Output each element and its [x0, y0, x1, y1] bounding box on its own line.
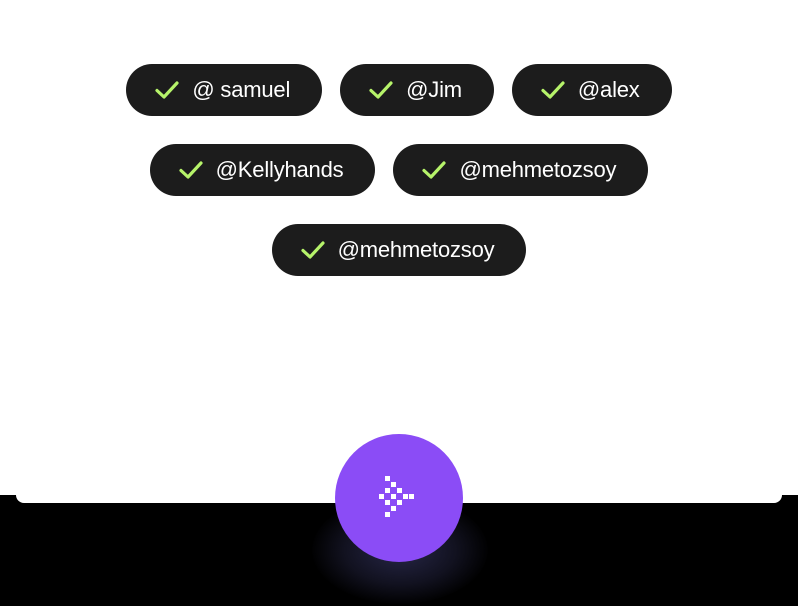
- tag-row: @mehmetozsoy: [0, 224, 798, 276]
- check-icon: [540, 77, 566, 103]
- mention-tag-label: @mehmetozsoy: [459, 157, 617, 182]
- mention-tag-label: @alex: [577, 77, 640, 102]
- mention-tag-alex[interactable]: @alex: [511, 64, 672, 116]
- mention-tag-jim[interactable]: @Jim: [340, 64, 494, 116]
- mention-tag-label: @ samuel: [192, 77, 291, 102]
- pixel-arrow-right-icon: [379, 470, 419, 527]
- check-icon: [421, 157, 447, 183]
- check-icon: [154, 77, 180, 103]
- mention-tag-mehmetozsoy[interactable]: @mehmetozsoy: [393, 144, 649, 196]
- check-icon: [178, 157, 204, 183]
- mention-tag-mehmetozsoy[interactable]: @mehmetozsoy: [271, 224, 527, 276]
- mention-tag-samuel[interactable]: @ samuel: [126, 64, 323, 116]
- mention-tag-label: @mehmetozsoy: [337, 237, 495, 262]
- tag-row: @ samuel @Jim @alex: [0, 64, 798, 116]
- tag-row: @Kellyhands @mehmetozsoy: [0, 144, 798, 196]
- mention-tag-label: @Jim: [406, 77, 462, 102]
- mention-tag-kellyhands[interactable]: @Kellyhands: [149, 144, 376, 196]
- check-icon: [300, 237, 326, 263]
- mention-tag-label: @Kellyhands: [215, 157, 344, 182]
- next-button[interactable]: [335, 434, 463, 562]
- check-icon: [368, 77, 394, 103]
